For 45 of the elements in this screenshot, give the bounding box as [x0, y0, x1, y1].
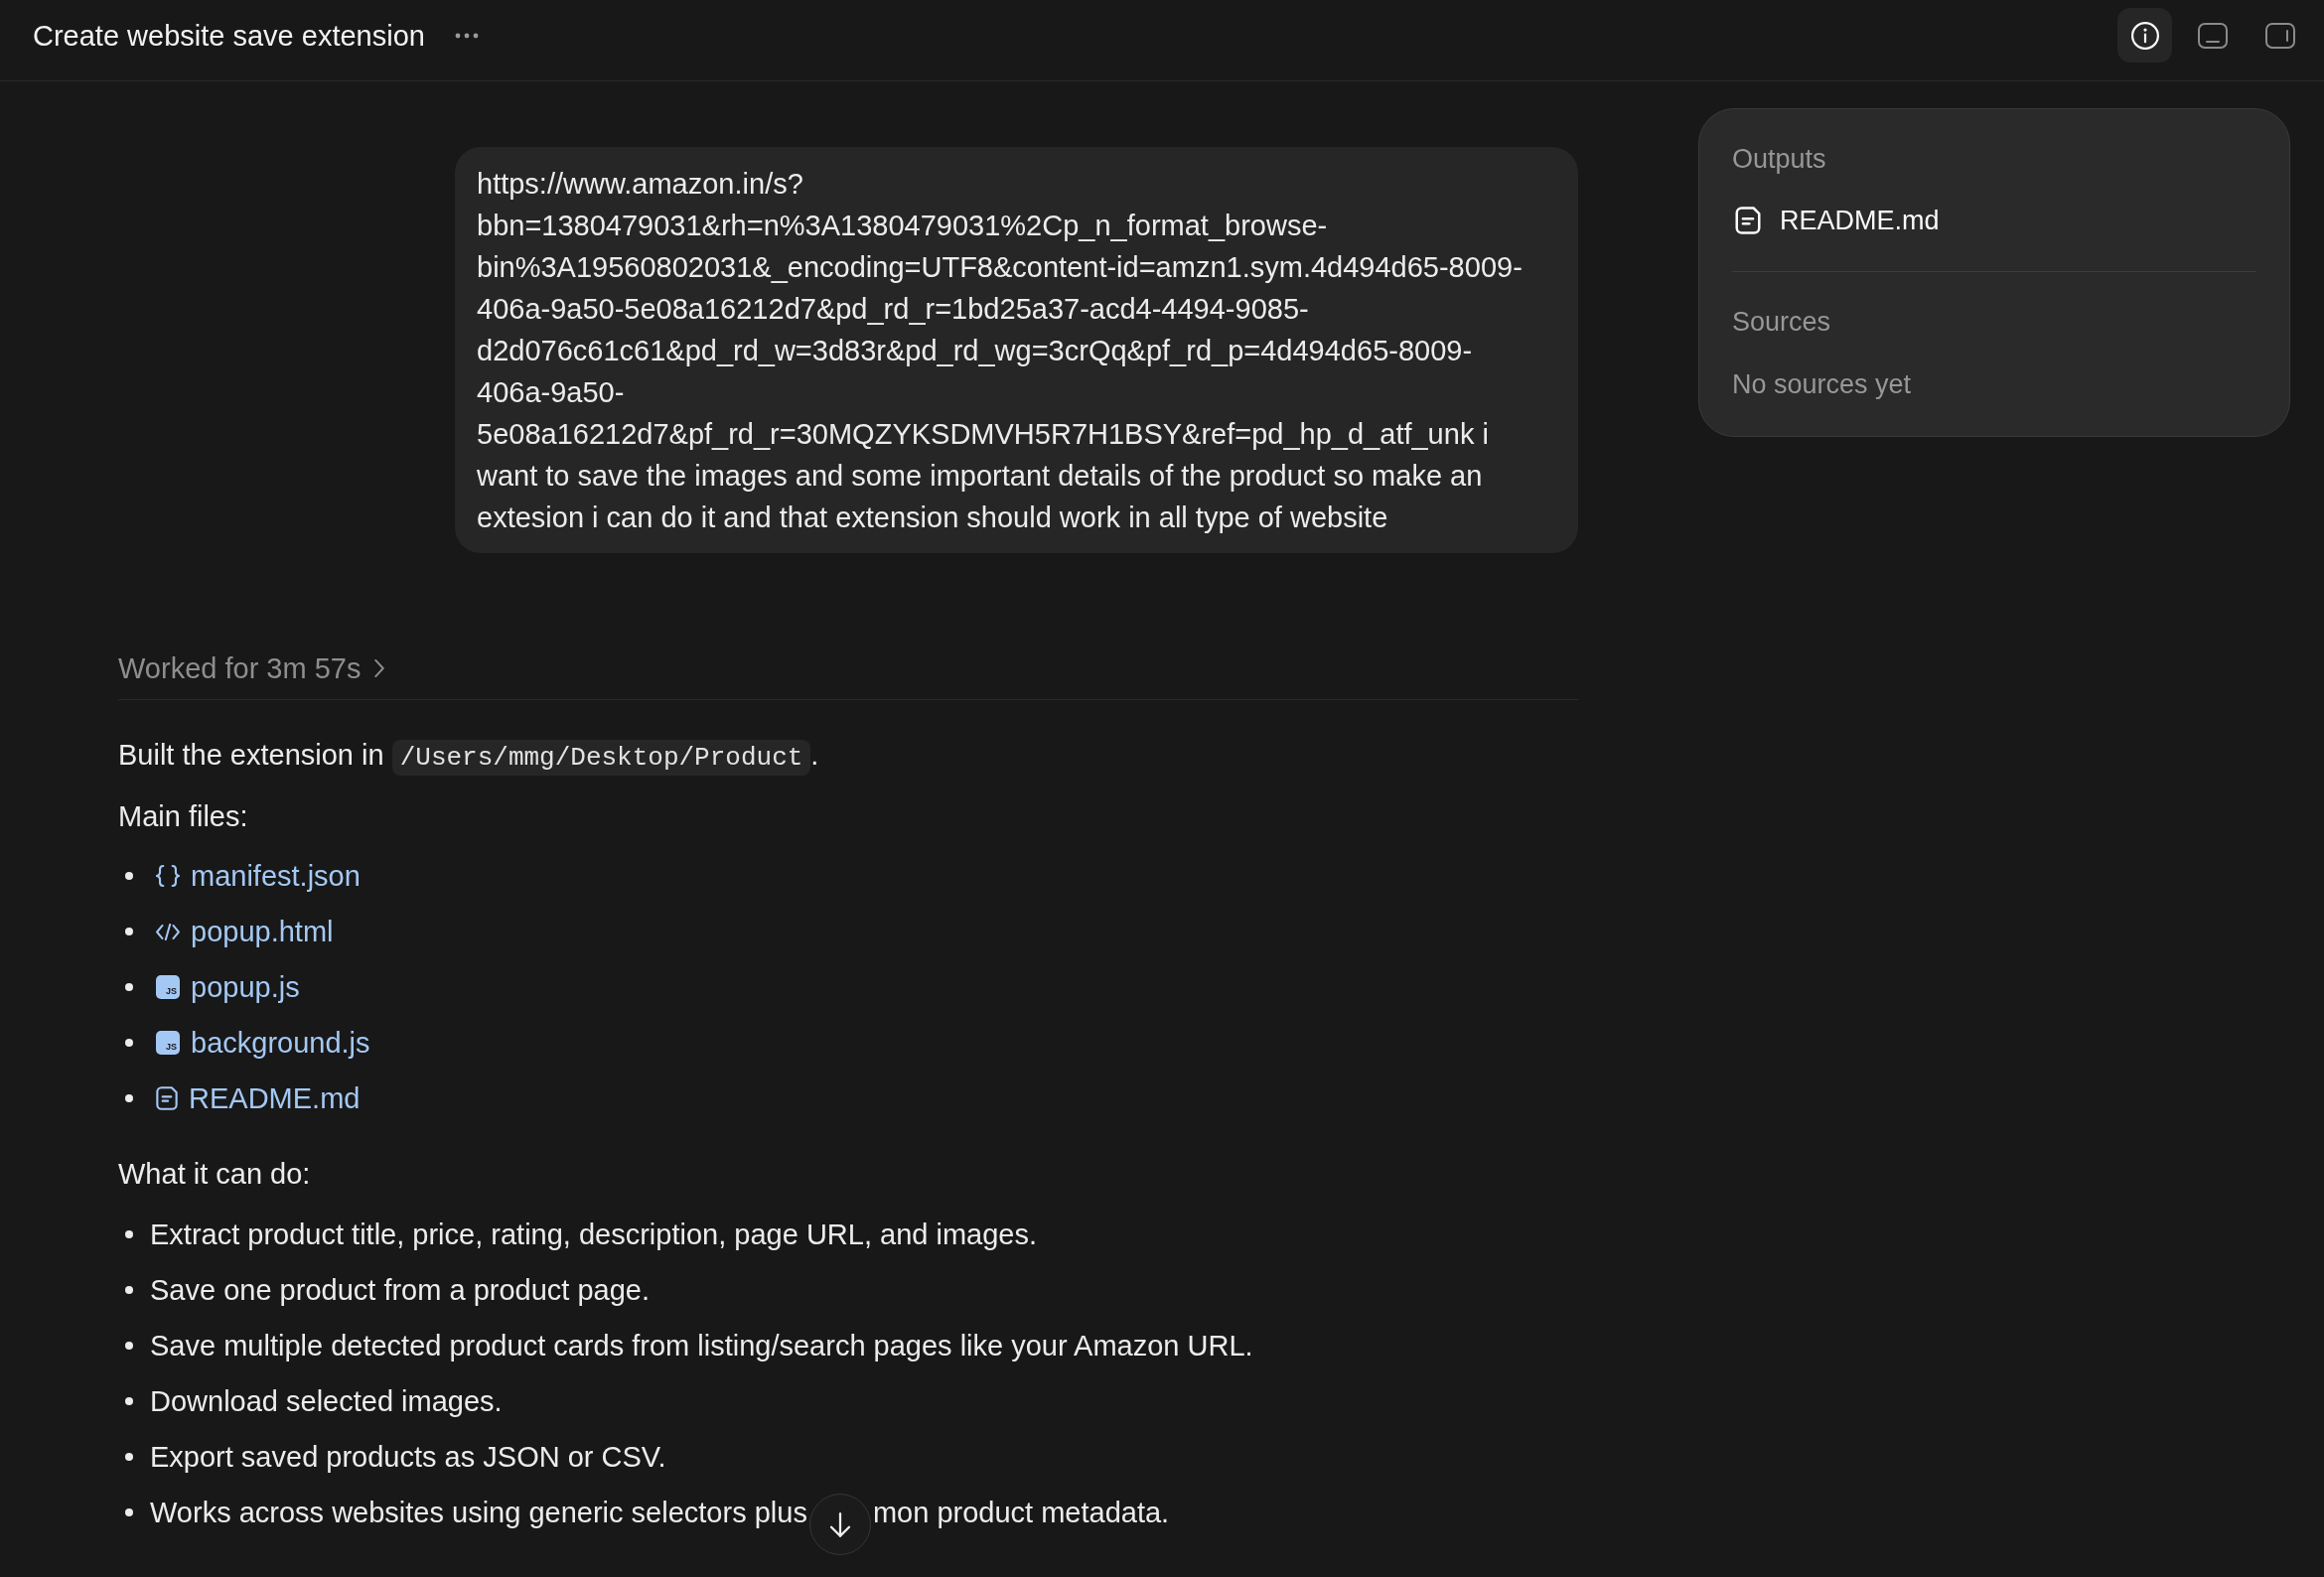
document-icon	[1735, 207, 1761, 234]
bullet-icon	[125, 983, 133, 991]
more-icon	[454, 32, 479, 39]
file-link[interactable]: background.js	[191, 1023, 370, 1063]
file-link[interactable]: manifest.json	[191, 856, 361, 896]
section-heading: Outputs	[1732, 143, 1827, 176]
bullet-icon	[125, 872, 133, 880]
file-link[interactable]: popup.html	[191, 912, 334, 951]
panel-right-icon	[2264, 22, 2295, 49]
window-title: Create website save extension	[33, 18, 425, 54]
bullet-icon	[125, 1039, 133, 1047]
document-icon	[156, 1086, 178, 1110]
bullet-icon	[125, 1342, 133, 1350]
bullet-icon	[125, 1094, 133, 1102]
feature-text: mon product metadata.	[872, 1496, 1170, 1530]
info-button[interactable]	[2117, 8, 2172, 63]
file-link[interactable]: README.md	[189, 1078, 361, 1118]
info-icon	[2130, 21, 2159, 50]
js-file-icon: JS	[156, 1031, 180, 1055]
panel-bottom-icon	[2197, 22, 2228, 49]
feature-text: Extract product title, price, rating, description, page URL, and images.	[150, 1218, 1037, 1252]
bullet-icon	[125, 1508, 133, 1516]
files-heading: Main files:	[118, 799, 248, 834]
feature-text: Download selected images.	[150, 1384, 503, 1419]
bullet-icon	[125, 1230, 133, 1238]
bullet-icon	[125, 1397, 133, 1405]
code-icon	[156, 923, 180, 940]
feature-text: Save one product from a product page.	[150, 1273, 650, 1308]
js-file-icon: JS	[156, 975, 180, 999]
feature-text: Works across websites using generic selectors plus	[150, 1496, 807, 1530]
file-link[interactable]: popup.js	[191, 967, 300, 1007]
output-file[interactable]: README.md	[1732, 203, 1940, 238]
braces-icon	[156, 865, 180, 887]
feature-text: Save multiple detected product cards from listing/search pages like your Amazon URL.	[150, 1329, 1253, 1363]
arrow-down-icon	[828, 1511, 851, 1537]
bullet-icon	[125, 928, 133, 935]
bullet-icon	[125, 1453, 133, 1461]
empty-state-text: No sources yet	[1732, 368, 1913, 401]
user-message-bubble: https://www.amazon.in/s?bbn=1380479031&rh=n%3A1380479031%2Cp_n_format_browse-bin%3A19560802031&_encoding=UTF8&content-id=amzn1.sym.4d494d65-8009-406a-9a50-5e08a16212d7&pd_rd_r=1bd25a37-acd4-4494-9085-d2d076c61c61&pd_rd_w=3d83r&pd_rd_wg=3crQq&pf_rd_p=4d494d65-8009-406a-9a50-5e08a16212d7&pf_rd_r=30MQZYKSDMVH5R7H1BSY&ref=pd_hp_d_atf_unk i want to save the images and some important details of the product so make an extesion i can do it and that extension should work in all type of website	[455, 147, 1578, 553]
section-heading: Sources	[1732, 306, 1832, 339]
feature-text: Export saved products as JSON or CSV.	[150, 1440, 666, 1475]
bullet-icon	[125, 1286, 133, 1294]
work-summary-toggle[interactable]: Worked for 3m 57s	[118, 648, 385, 688]
more-button[interactable]	[454, 32, 479, 39]
features-heading: What it can do:	[118, 1157, 311, 1192]
